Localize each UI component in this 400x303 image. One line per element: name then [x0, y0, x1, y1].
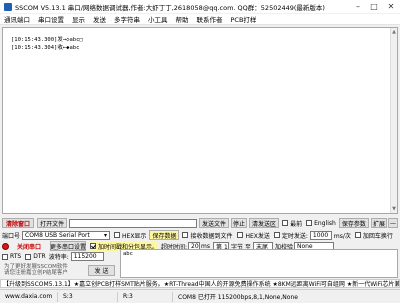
menu-item-display[interactable]: 显示: [68, 14, 89, 24]
clear-send-button[interactable]: 清发送区: [248, 218, 280, 228]
save-data-button[interactable]: 保存数据: [149, 230, 180, 240]
stop-button[interactable]: 停止: [230, 218, 247, 228]
file-path-input[interactable]: [69, 218, 197, 228]
rts-checkbox[interactable]: RTS: [2, 253, 21, 260]
dtr-checkbox[interactable]: DTR: [25, 253, 46, 260]
send-text: abc: [123, 251, 133, 257]
scroll-up-icon[interactable]: ▲: [391, 29, 397, 35]
topmost-checkbox[interactable]: 最前: [282, 219, 302, 228]
menu-item-serial-settings[interactable]: 串口设置: [34, 14, 68, 24]
status-sent-count: S:3: [58, 291, 118, 302]
toolbar-row-4: RTS DTR 波特率: 115200: [2, 252, 104, 261]
hex-display-checkbox[interactable]: HEX显示: [114, 231, 146, 240]
chevron-down-icon: ▾: [104, 231, 108, 239]
hex-send-checkbox[interactable]: HEX发送: [237, 231, 270, 240]
close-icon[interactable]: ✕: [382, 0, 400, 13]
port-status-led-icon: [2, 242, 9, 250]
app-icon: [4, 2, 12, 11]
menu-item-tools[interactable]: 小工具: [144, 14, 172, 24]
port-label: 端口号: [2, 232, 21, 240]
receive-line: [10:15:43.300]发→◇abc□: [11, 37, 83, 43]
status-recv-count: R:3: [118, 291, 173, 302]
menu-item-contact[interactable]: 联系作者: [193, 14, 227, 24]
send-file-button[interactable]: 发送文件: [198, 218, 229, 228]
ad-banner[interactable]: 【升级到SSCOM5.13.1】★嘉立创PCB打样SMT贴片服务。★RT-Thr…: [0, 279, 400, 288]
status-port-state: COM8 已打开 115200bps,8,1,None,None: [178, 294, 298, 301]
status-bar: www.daxia.com S:3 R:3 COM8 已打开 115200bps…: [0, 289, 400, 303]
save-params-button[interactable]: 保存参数: [338, 218, 369, 228]
title-bar: SSCOM V5.13.1 串口/网络数据调试器,作者:大虾丁丁,2618058…: [0, 0, 400, 13]
maximize-icon[interactable]: □: [366, 0, 382, 13]
interval-unit: ms/次: [333, 232, 351, 240]
open-file-button[interactable]: 打开文件: [37, 218, 68, 228]
scroll-down-icon[interactable]: ▼: [391, 206, 397, 212]
menu-item-send[interactable]: 发送: [89, 14, 110, 24]
expand-button[interactable]: 扩展: [370, 218, 387, 228]
timed-send-checkbox[interactable]: 定时发送:: [273, 231, 308, 240]
app-window: SSCOM V5.13.1 串口/网络数据调试器,作者:大虾丁丁,2618058…: [0, 0, 400, 303]
status-site[interactable]: www.daxia.com: [0, 291, 58, 302]
toolbar-row-2: 端口号 COM8 USB Serial Port ▾ HEX显示 保存数据 接收数…: [2, 230, 398, 240]
baud-label: 波特率:: [48, 254, 69, 261]
menu-item-port[interactable]: 通讯端口: [0, 14, 34, 24]
collapse-button[interactable]: —: [387, 218, 398, 228]
port-select[interactable]: COM8 USB Serial Port ▾: [22, 230, 111, 240]
baud-select[interactable]: 115200: [70, 252, 104, 261]
window-title: SSCOM V5.13.1 串口/网络数据调试器,作者:大虾丁丁,2618058…: [15, 3, 325, 12]
receive-scrollbar[interactable]: ▲ ▼: [390, 28, 397, 213]
send-button[interactable]: 发 送: [88, 265, 115, 276]
minimize-icon[interactable]: –: [350, 0, 366, 13]
recv-to-file-checkbox[interactable]: 接收数据到文件: [182, 231, 232, 240]
menu-item-multi-string[interactable]: 多字符串: [110, 14, 144, 24]
menu-bar: 通讯端口 串口设置 显示 发送 多字符串 小工具 帮助 联系作者 PCB打样: [0, 14, 400, 25]
more-settings-button[interactable]: 更多串口设置: [50, 241, 86, 251]
receive-area[interactable]: [10:15:43.300]发→◇abc□ [10:15:43.304]收←◆ab…: [2, 27, 398, 214]
receive-log: [10:15:43.300]发→◇abc□ [10:15:43.304]收←◆ab…: [11, 36, 83, 52]
interval-input[interactable]: 1000: [309, 230, 332, 240]
add-newline-checkbox[interactable]: 加回车换行: [354, 231, 393, 240]
receive-line: [10:15:43.304]收←◆abc: [11, 45, 80, 51]
menu-item-help[interactable]: 帮助: [172, 14, 193, 24]
close-port-button[interactable]: 关闭串口: [11, 241, 47, 251]
menu-item-pcb[interactable]: PCB打样: [227, 14, 261, 24]
english-checkbox[interactable]: English: [306, 220, 336, 227]
toolbar-row-1: 清除窗口 打开文件 发送文件 停止 清发送区 最前 English 保存参数 扩…: [2, 218, 398, 228]
clear-window-button[interactable]: 清除窗口: [2, 218, 35, 228]
send-textarea[interactable]: abc: [120, 249, 398, 278]
